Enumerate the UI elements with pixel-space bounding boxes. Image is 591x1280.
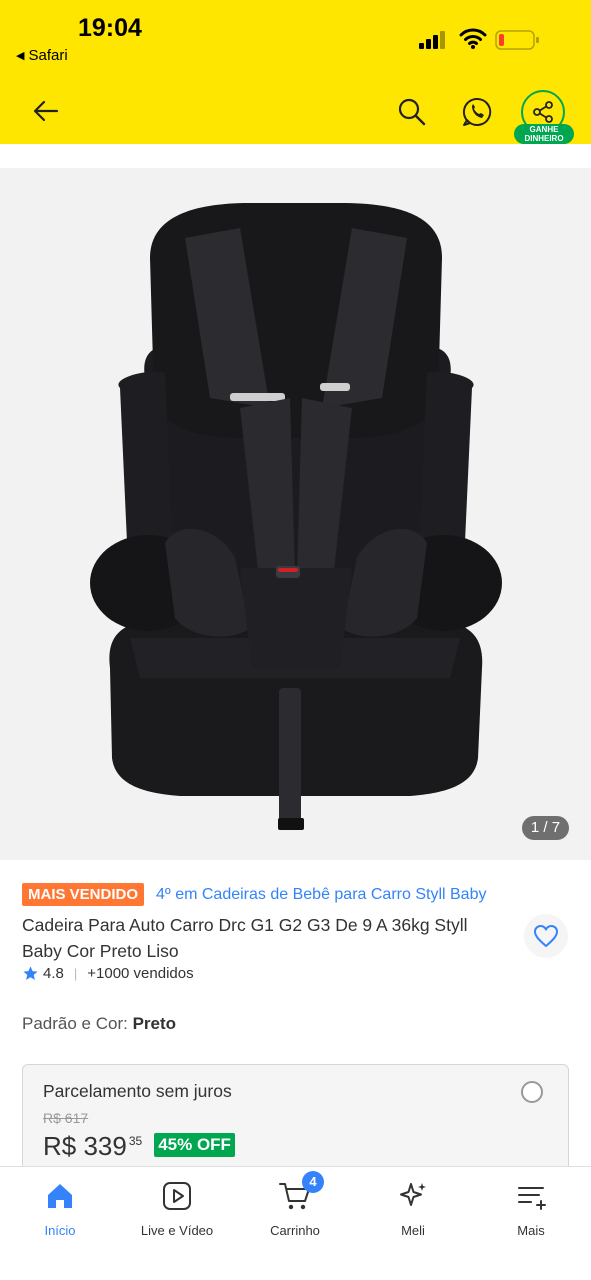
discount-badge: 45% OFF <box>154 1133 235 1157</box>
installment-title: Parcelamento sem juros <box>43 1081 232 1101</box>
current-price: R$ 339 <box>43 1131 127 1161</box>
back-triangle-icon: ◀ <box>16 50 25 62</box>
tab-live-video-label: Live e Vídeo <box>140 1223 214 1238</box>
tab-home-label: Início <box>44 1223 76 1238</box>
menu-icon <box>518 1187 546 1210</box>
product-image-car-seat <box>90 203 502 830</box>
category-ranking-link[interactable]: 4º em Cadeiras de Bebê para Carro Styll … <box>156 886 486 904</box>
share-earn-button[interactable]: GANHE DINHEIRO <box>514 90 574 146</box>
tab-more-label: Mais <box>517 1223 545 1238</box>
tab-cart-label: Carrinho <box>270 1223 320 1238</box>
heart-icon <box>534 925 558 947</box>
old-price: R$ 617 <box>43 1110 89 1126</box>
image-counter: 1 / 7 <box>522 816 569 840</box>
back-to-app-link[interactable]: ◀ Safari <box>16 47 68 64</box>
tab-meli[interactable]: Meli <box>358 1179 468 1238</box>
sold-count: +1000 vendidos <box>87 965 194 982</box>
whatsapp-icon[interactable] <box>461 96 493 128</box>
back-app-label: Safari <box>28 47 68 64</box>
sparkle-icon <box>400 1183 426 1206</box>
price-row: R$ 339 35 45% OFF <box>43 1131 235 1162</box>
back-arrow-icon[interactable] <box>33 98 59 124</box>
rating-row[interactable]: 4.8 | +1000 vendidos <box>22 965 194 982</box>
home-icon <box>48 1184 72 1208</box>
best-seller-badge: MAIS VENDIDO <box>22 883 145 906</box>
price-cents: 35 <box>128 1134 143 1148</box>
share-icon <box>533 101 553 123</box>
badge-row: MAIS VENDIDO 4º em Cadeiras de Bebê para… <box>22 883 486 906</box>
product-image-gallery[interactable]: 1 / 7 <box>0 168 591 860</box>
bottom-tab-bar: Início Live e Vídeo 4 Carrinho Meli Mais <box>0 1166 591 1280</box>
tab-more[interactable]: Mais <box>476 1179 586 1238</box>
search-icon[interactable] <box>397 97 427 127</box>
tab-cart[interactable]: 4 Carrinho <box>240 1171 350 1238</box>
wifi-icon <box>459 28 487 49</box>
play-icon <box>163 1182 191 1210</box>
product-title: Cadeira Para Auto Carro Drc G1 G2 G3 De … <box>22 915 468 961</box>
tab-meli-label: Meli <box>401 1223 425 1238</box>
favorite-button[interactable] <box>524 914 568 958</box>
rating-value: 4.8 <box>43 965 64 982</box>
status-time: 19:04 <box>78 14 142 42</box>
variant-selector[interactable]: Padrão e Cor: Preto <box>22 1014 176 1034</box>
cellular-signal-icon <box>419 31 445 49</box>
app-header: 19:04 ◀ Safari GANHE DINHEIRO <box>0 0 591 144</box>
tab-home[interactable]: Início <box>5 1179 115 1238</box>
star-icon <box>23 966 38 980</box>
variant-value: Preto <box>132 1014 177 1033</box>
share-earn-badge: GANHE DINHEIRO <box>514 124 574 144</box>
cart-count-badge: 4 <box>302 1171 324 1193</box>
tab-live-video[interactable]: Live e Vídeo <box>122 1179 232 1238</box>
variant-label: Padrão e Cor: <box>22 1014 128 1033</box>
rating-separator: | <box>73 966 78 981</box>
battery-icon <box>495 30 539 50</box>
installment-radio[interactable] <box>521 1081 543 1103</box>
